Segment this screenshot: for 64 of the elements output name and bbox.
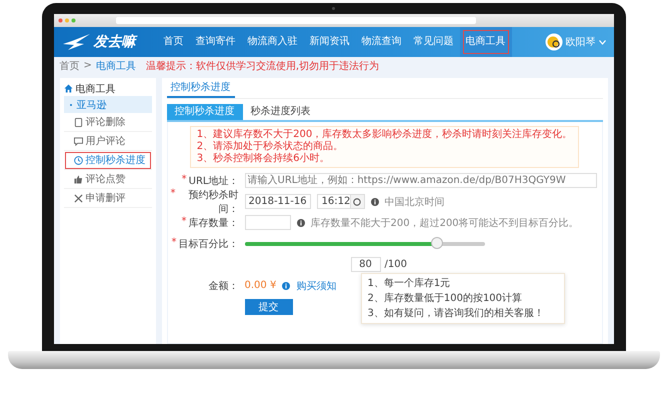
stock-field[interactable] (244, 215, 290, 230)
time-field[interactable]: 16:12 (316, 194, 350, 209)
field-label: URL地址： (188, 174, 238, 188)
nav-link[interactable]: 查询寄件 (190, 27, 242, 57)
warning-text: 温馨提示：软件仅供学习交流使用,切勿用于违法行为 (146, 60, 380, 72)
info-icon (370, 198, 378, 206)
field-label: 预约秒杀时间： (188, 188, 238, 216)
caret-icon[interactable] (598, 40, 606, 44)
required-mark: * (172, 236, 176, 250)
tab[interactable]: 秒杀进度列表 (242, 104, 318, 120)
sidebar-item[interactable]: 用户评论 (64, 132, 152, 151)
comment-icon (74, 136, 82, 146)
sidebar-title: 电商工具 (76, 82, 116, 96)
site-logo: 发去嘛 (94, 33, 136, 51)
percent-max: /100 (384, 259, 407, 270)
user-name[interactable]: 欧阳琴 (566, 35, 596, 49)
field-label: 库存数量： (188, 216, 238, 230)
breadcrumb-separator: > (84, 60, 92, 71)
url-field[interactable]: 请输入URL地址，例如：https://www.amazon.de/dp/B07H3QGY9W (244, 173, 596, 188)
sidebar-item[interactable]: 控制秒杀进度 (64, 151, 152, 170)
breadcrumb-link[interactable]: 首页 (60, 58, 80, 72)
slider-handle[interactable] (430, 236, 442, 248)
field-label: 金额： (208, 280, 238, 292)
breadcrumb-link[interactable]: 电商工具 (96, 58, 136, 72)
bird-logo-icon (62, 32, 92, 52)
notice-text: 3、秒杀控制将会持续6小时。 (196, 153, 330, 165)
cross-icon (74, 194, 82, 202)
required-mark: * (170, 188, 176, 200)
page-title: 控制秒杀进度 (166, 80, 234, 98)
field-label: 目标百分比： (178, 238, 238, 250)
notice-text: 2、请添加处于秒杀状态的商品。 (196, 141, 344, 152)
tooltip-text: 1、每一个库存1元 (368, 276, 452, 291)
home-icon (64, 84, 72, 93)
submit-button[interactable]: 提交 (244, 298, 292, 314)
tooltip-text: 2、库存数量低于100的按100计算 (368, 292, 524, 306)
camera-icon (332, 7, 334, 10)
amount-value: 0.00 ¥ (244, 280, 276, 291)
tooltip-text: 3、如有疑问，请咨询我们的相关客服！ (368, 306, 545, 321)
percent-field[interactable]: 80 (350, 257, 380, 272)
purchase-notes-link[interactable]: 购买须知 (296, 278, 336, 292)
nav-link[interactable]: 新闻资讯 (304, 27, 356, 57)
sidebar-item[interactable]: 评论点赞 (64, 170, 152, 189)
thumbs-up-icon (74, 174, 82, 184)
sidebar-item[interactable]: 评论删除 (64, 113, 152, 132)
required-mark: * (182, 216, 186, 228)
date-field[interactable]: 2018-11-16 (244, 194, 310, 209)
nav-link[interactable]: 首页 (158, 27, 190, 57)
avatar-icon (544, 33, 562, 51)
required-mark: * (182, 174, 187, 186)
info-icon (282, 282, 290, 290)
nav-link[interactable]: 常见问题 (408, 27, 460, 57)
hint-text: 中国北京时间 (384, 196, 444, 208)
nav-link[interactable]: 物流商入驻 (242, 27, 304, 57)
notice-text: 1、建议库存数不大于200，库存数太多影响秒杀进度，秒杀时请时刻关注库存变化。 (196, 129, 572, 140)
sidebar-group[interactable]: 亚马逊 (64, 96, 152, 113)
tab[interactable]: 控制秒杀进度 (166, 104, 242, 120)
info-icon (296, 218, 304, 226)
document-icon (74, 118, 82, 126)
sidebar-item[interactable]: 申请删评 (64, 189, 152, 208)
nav-link[interactable]: 电商工具 (460, 27, 512, 57)
clock-button[interactable] (350, 194, 364, 209)
nav-link[interactable]: 物流查询 (356, 27, 408, 57)
window-controls-icon (58, 18, 76, 23)
hint-text: 库存数量不能大于200，超过200将可能达不到目标百分比。 (310, 216, 579, 230)
